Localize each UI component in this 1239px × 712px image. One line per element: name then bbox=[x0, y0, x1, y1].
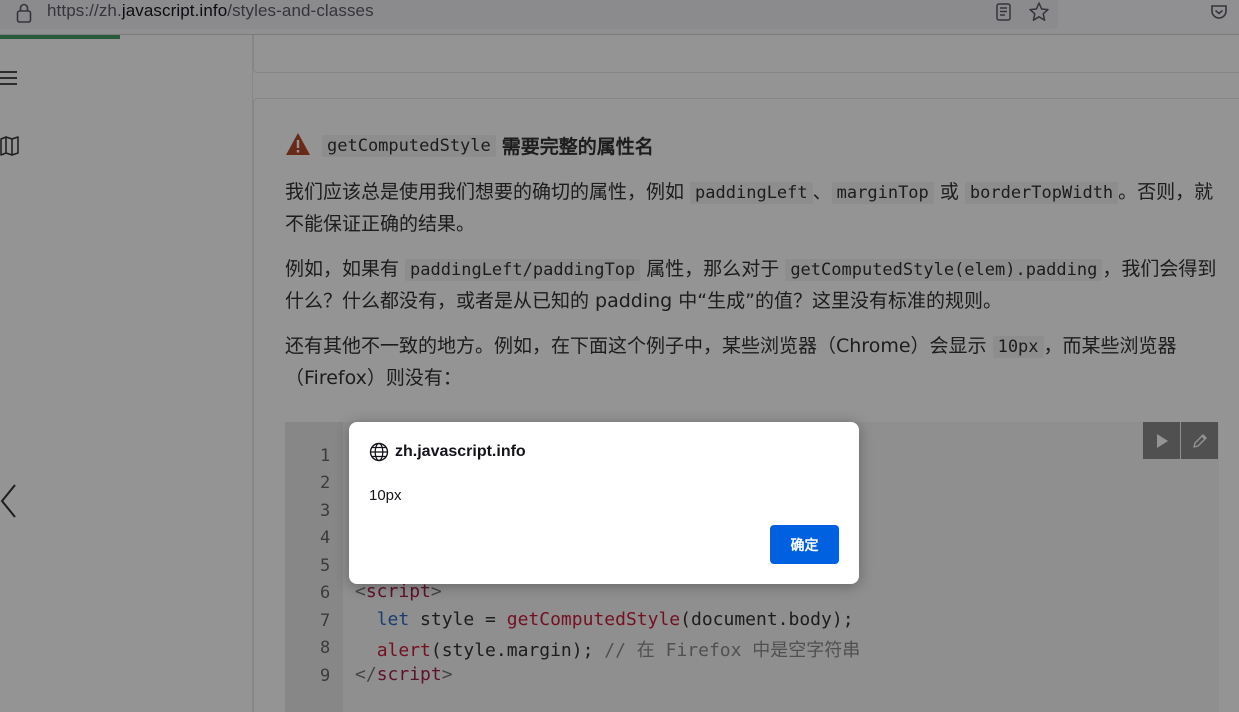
alert-dialog: zh.javascript.info 10px 确定 bbox=[349, 422, 859, 584]
modal-backdrop bbox=[0, 0, 1239, 712]
dialog-origin-text: zh.javascript.info bbox=[395, 443, 526, 460]
dialog-message: 10px bbox=[369, 487, 402, 504]
dialog-origin: zh.javascript.info bbox=[369, 442, 526, 462]
ok-button[interactable]: 确定 bbox=[770, 525, 839, 564]
globe-icon bbox=[369, 442, 389, 462]
